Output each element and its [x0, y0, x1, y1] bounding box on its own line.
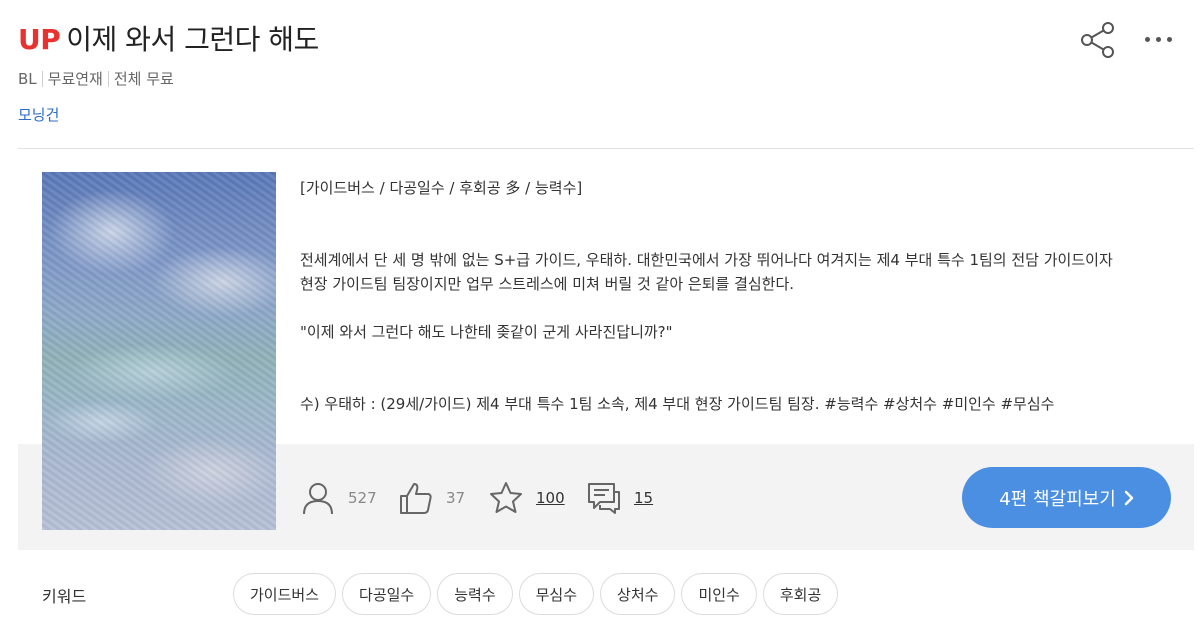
meta-divider [107, 70, 109, 87]
keyword-chip[interactable]: 능력수 [437, 573, 513, 615]
description-quote: "이제 와서 그런다 해도 나한테 좆같이 군게 사라진답니까?" [300, 323, 673, 341]
bookmark-read-label: 4편 책갈피보기 [999, 488, 1116, 510]
views-count: 527 [348, 489, 377, 507]
likes-stat: 37 [398, 478, 465, 518]
keyword-chip[interactable]: 무심수 [518, 573, 595, 615]
work-description: [가이드버스 / 다공일수 / 후회공 多 / 능력수] 전세계에서 단 세 명… [300, 176, 1180, 416]
keyword-list: 가이드버스 다공일수 능력수 무심수 상처수 미인수 후회공 [233, 573, 839, 615]
star-icon [490, 482, 522, 513]
up-badge: UP [18, 23, 61, 56]
price-label: 전체 무료 [113, 70, 174, 88]
thumbs-up-icon [400, 483, 432, 514]
description-tags: [가이드버스 / 다공일수 / 후회공 多 / 능력수] [300, 179, 583, 197]
bookmark-read-button[interactable]: 4편 책갈피보기 [962, 467, 1171, 528]
header-divider [18, 148, 1194, 149]
work-header: UP 이제 와서 그런다 해도 BL 무료연재 전체 무료 모닝건 [18, 0, 1194, 148]
keyword-chip[interactable]: 가이드버스 [233, 573, 337, 615]
work-title: 이제 와서 그런다 해도 [66, 23, 319, 56]
description-paragraph: 전세계에서 단 세 명 밖에 없는 S+급 가이드, 우태하. 대한민국에서 가… [300, 251, 1113, 269]
page-title: UP 이제 와서 그런다 해도 [18, 18, 319, 58]
keyword-chip[interactable]: 다공일수 [342, 573, 432, 615]
chevron-right-icon [1124, 490, 1134, 505]
favorite-button[interactable]: 100 [488, 478, 565, 518]
likes-count: 37 [446, 489, 466, 507]
serial-type-label: 무료연재 [47, 70, 103, 88]
keyword-chip[interactable]: 후회공 [762, 573, 839, 615]
more-icon-dot [1166, 36, 1172, 42]
keyword-chip[interactable]: 상처수 [600, 573, 676, 615]
more-icon [1144, 36, 1150, 42]
character-info: 수) 우태하 : (29세/가이드) 제4 부대 특수 1팀 소속, 제4 부대… [300, 395, 1055, 413]
genre-label: BL [18, 69, 37, 88]
user-icon [303, 483, 333, 515]
more-button[interactable] [1138, 24, 1178, 54]
more-icon-dot [1155, 36, 1161, 42]
author-link[interactable]: 모닝건 [18, 104, 59, 125]
work-meta: BL 무료연재 전체 무료 [18, 68, 174, 89]
views-stat: 527 [300, 478, 377, 518]
keyword-chip[interactable]: 미인수 [681, 573, 757, 615]
cover-image[interactable] [42, 172, 276, 530]
comments-count[interactable]: 15 [634, 489, 653, 507]
share-button[interactable] [1078, 20, 1118, 60]
meta-divider [41, 70, 43, 87]
comment-icon [588, 483, 620, 514]
comments-button[interactable]: 15 [586, 478, 653, 518]
share-icon [1081, 22, 1114, 58]
favorites-count[interactable]: 100 [536, 489, 565, 507]
description-paragraph: 현장 가이드팀 팀장이지만 업무 스트레스에 미쳐 버릴 것 같아 은퇴를 결심… [300, 275, 795, 293]
keywords-label: 키워드 [42, 587, 87, 606]
